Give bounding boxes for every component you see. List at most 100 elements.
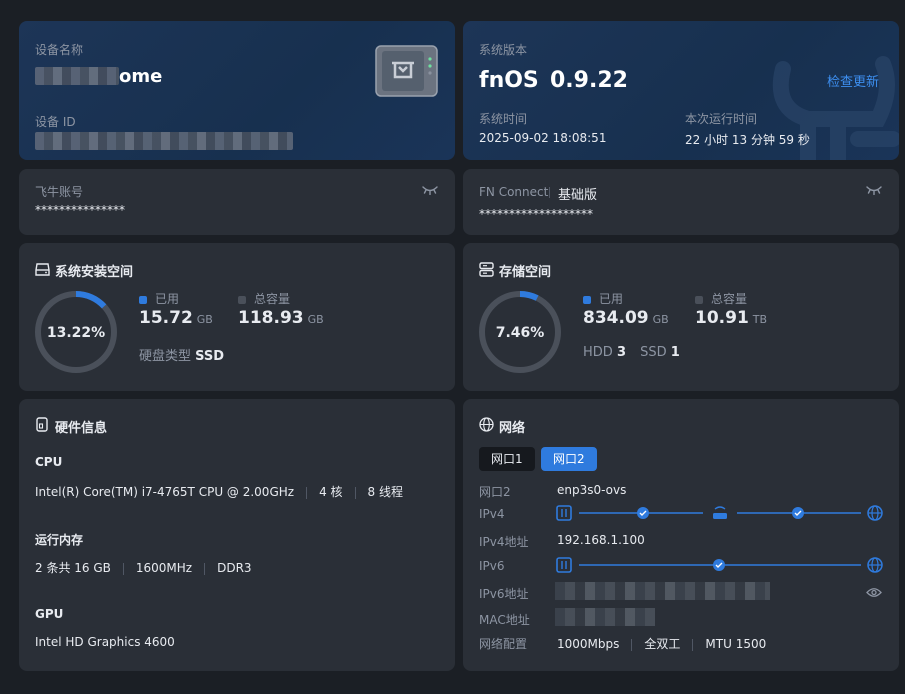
- total-swatch: [238, 295, 246, 304]
- disk-type-value: SSD: [195, 349, 225, 364]
- total-amount: 118.93 GB: [238, 308, 324, 328]
- total-amount: 10.91 TB: [695, 308, 767, 328]
- device-id-redacted: [35, 132, 293, 150]
- eye-closed-icon[interactable]: [422, 185, 438, 195]
- memory-info: 2 条共 16 GB 1600MHz DDR3: [35, 559, 252, 576]
- ipv4-topology: [556, 505, 883, 521]
- mac-address-redacted: [555, 608, 655, 626]
- cpu-model: Intel(R) Core(TM) i7-4765T CPU @ 2.00GHz: [35, 485, 295, 499]
- separator: [204, 562, 206, 575]
- eye-icon[interactable]: [866, 587, 882, 598]
- os-name: fnOS: [479, 68, 539, 93]
- network-card: 网络 网口1 网口2 网口2 enp3s0-ovs IPv4 IPv4地址 19…: [463, 399, 899, 671]
- cpu-threads: 8 线程: [367, 485, 403, 499]
- storage-title: 存储空间: [499, 265, 552, 280]
- total-legend: 总容量: [238, 290, 290, 307]
- device-card: 设备名称 ome 设备 ID: [19, 21, 455, 160]
- account-card: 飞牛账号 ***************: [19, 169, 455, 235]
- hdd-count: 3: [616, 345, 626, 360]
- separator: [631, 638, 633, 651]
- gpu-model: Intel HD Graphics 4600: [35, 635, 175, 649]
- cpu-info: Intel(R) Core(TM) i7-4765T CPU @ 2.00GHz…: [35, 483, 403, 500]
- used-label: 已用: [599, 292, 624, 306]
- memory-speed: 1600MHz: [135, 561, 193, 575]
- memory-type: DDR3: [217, 561, 252, 575]
- fn-connect-card: FN Connect 基础版 *******************: [463, 169, 899, 235]
- device-id-label: 设备 ID: [35, 115, 76, 129]
- separator: [122, 562, 124, 575]
- ipv4-address-value: 192.168.1.100: [557, 533, 645, 547]
- used-value: 15.72: [139, 308, 193, 328]
- device-name-redacted: [35, 67, 119, 85]
- used-value: 834.09: [583, 308, 649, 328]
- ipv4-label: IPv4: [479, 507, 505, 521]
- storage-card: 存储空间 7.46% 已用 834.09 GB 总容量 10.91 TB HDD 3…: [463, 243, 899, 391]
- used-swatch: [583, 295, 591, 304]
- fn-connect-value: *******************: [479, 207, 593, 221]
- os-version: 0.9.22: [550, 68, 628, 93]
- device-name-suffix: ome: [119, 66, 163, 87]
- used-legend: 已用: [139, 290, 179, 307]
- storage-icon: [479, 262, 494, 277]
- device-name-label: 设备名称: [35, 43, 84, 57]
- interface-label: 网口2: [479, 485, 511, 499]
- ipv6-address-label: IPv6地址: [479, 587, 529, 601]
- account-value: ***************: [35, 203, 125, 217]
- network-title: 网络: [499, 421, 526, 436]
- uptime-label: 本次运行时间: [685, 112, 758, 126]
- total-value: 118.93: [238, 308, 304, 328]
- total-unit: TB: [752, 313, 768, 326]
- hard-drive-icon: [35, 263, 50, 276]
- ipv6-label: IPv6: [479, 559, 505, 573]
- total-value: 10.91: [695, 308, 749, 328]
- interface-value: enp3s0-ovs: [557, 483, 627, 497]
- mtu-value: MTU 1500: [705, 637, 767, 651]
- tab-port-1[interactable]: 网口1: [479, 447, 535, 471]
- used-swatch: [139, 295, 147, 304]
- ipv4-address-label: IPv4地址: [479, 535, 529, 549]
- cpu-label: CPU: [35, 455, 63, 469]
- device-chip-icon: [36, 417, 48, 432]
- system-version-label: 系统版本: [479, 43, 528, 57]
- storage-percent: 7.46%: [495, 325, 545, 341]
- used-unit: GB: [652, 313, 669, 326]
- system-time-label: 系统时间: [479, 112, 528, 126]
- hdd-label: HDD: [583, 345, 613, 360]
- nas-device-icon: [375, 45, 439, 101]
- fn-connect-label: FN Connect: [479, 185, 549, 199]
- ssd-count: 1: [670, 345, 680, 360]
- globe-icon: [479, 417, 494, 432]
- used-amount: 834.09 GB: [583, 308, 669, 328]
- gpu-label: GPU: [35, 607, 64, 621]
- ipv6-topology: [556, 557, 883, 573]
- mac-address-label: MAC地址: [479, 613, 530, 627]
- system-storage-percent: 13.22%: [46, 325, 106, 341]
- fn-connect-plan: 基础版: [558, 188, 598, 203]
- disk-counts: HDD 3 SSD 1: [583, 345, 680, 360]
- total-label: 总容量: [711, 292, 748, 306]
- tab-port-2[interactable]: 网口2: [541, 447, 597, 471]
- ipv6-address-redacted: [555, 582, 770, 600]
- hardware-card: 硬件信息 CPU Intel(R) Core(TM) i7-4765T CPU …: [19, 399, 455, 671]
- separator: [306, 486, 308, 499]
- cpu-cores: 4 核: [319, 485, 343, 499]
- eye-closed-icon[interactable]: [866, 185, 882, 195]
- system-card: 系统版本 fnOS 0.9.22 检查更新 系统时间 2025-09-02 18…: [463, 21, 899, 160]
- used-amount: 15.72 GB: [139, 308, 213, 328]
- link-speed: 1000Mbps: [557, 637, 620, 651]
- network-config-label: 网络配置: [479, 637, 528, 651]
- uptime-value: 22 小时 13 分钟 59 秒: [685, 133, 810, 147]
- total-swatch: [695, 295, 703, 304]
- system-storage-title: 系统安装空间: [55, 265, 134, 280]
- separator: [354, 486, 356, 499]
- used-legend: 已用: [583, 290, 623, 307]
- separator: [692, 638, 694, 651]
- fn-connect-separator: [549, 187, 550, 198]
- memory-label: 运行内存: [35, 533, 84, 547]
- check-update-link[interactable]: 检查更新: [827, 71, 879, 90]
- disk-type: 硬盘类型 SSD: [139, 345, 224, 364]
- memory-size: 2 条共 16 GB: [35, 561, 111, 575]
- system-time-value: 2025-09-02 18:08:51: [479, 131, 607, 145]
- system-storage-card: 系统安装空间 13.22% 已用 15.72 GB 总容量 118.93 GB 硬盘…: [19, 243, 455, 391]
- total-unit: GB: [307, 313, 324, 326]
